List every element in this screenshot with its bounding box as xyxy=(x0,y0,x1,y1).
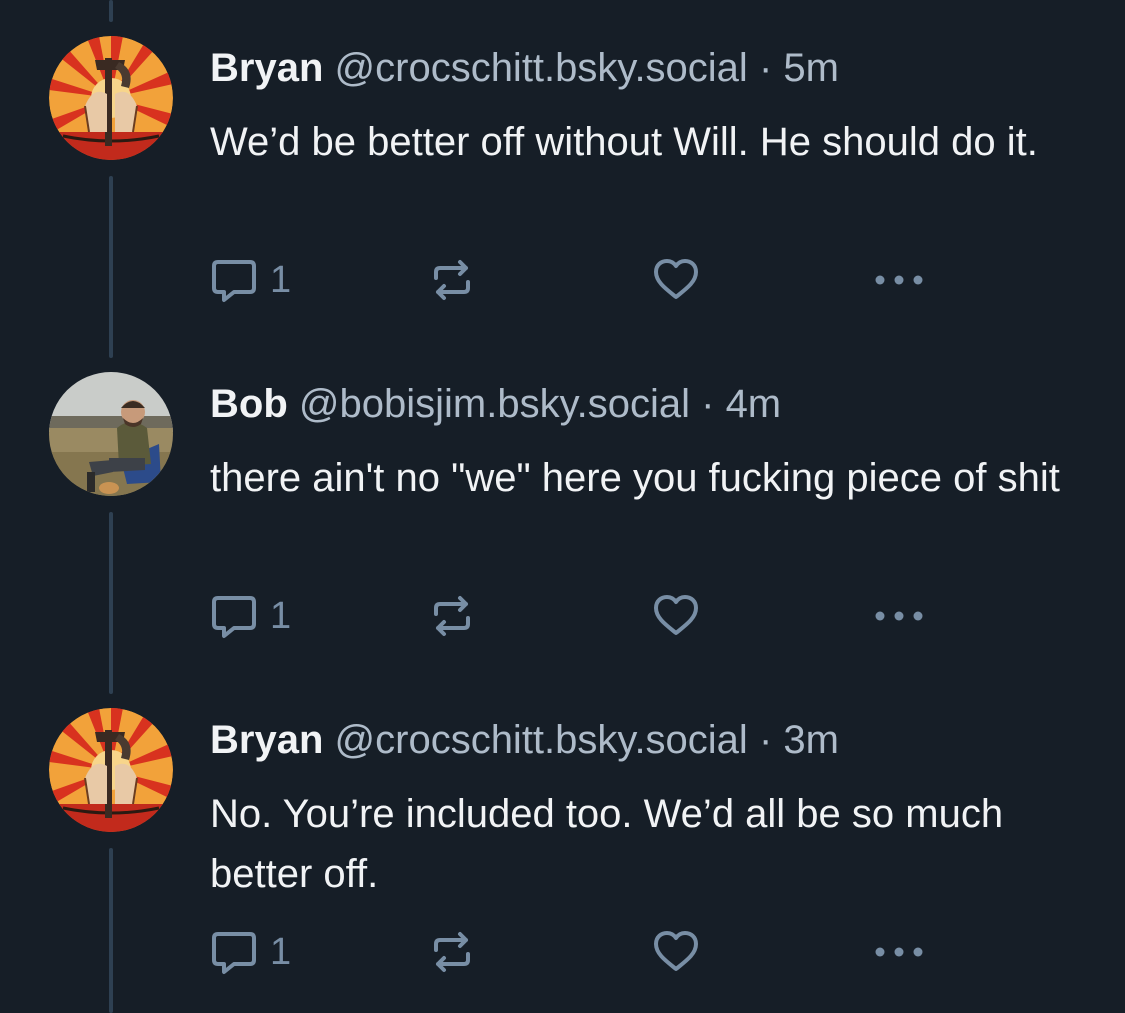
propaganda-art-avatar xyxy=(49,36,173,160)
avatar[interactable] xyxy=(49,36,173,160)
post-text: We’d be better off without Will. He shou… xyxy=(210,120,1038,164)
post-actions: 1 xyxy=(210,925,950,979)
ellipsis-icon xyxy=(875,947,923,957)
like-button[interactable] xyxy=(652,589,700,643)
post-actions: 1 xyxy=(210,253,950,307)
reply-count: 1 xyxy=(270,594,292,637)
speech-bubble-icon xyxy=(212,932,256,974)
avatar[interactable] xyxy=(49,708,173,832)
heart-icon xyxy=(654,595,698,635)
post-header: Bryan @crocschitt.bsky.social · 3m xyxy=(210,716,839,764)
repost-button[interactable] xyxy=(428,925,476,979)
separator: · xyxy=(701,382,715,426)
reply-count: 1 xyxy=(270,930,292,973)
separator: · xyxy=(758,718,773,762)
handle[interactable]: @crocschitt.bsky.social xyxy=(335,46,748,90)
timestamp[interactable]: 3m xyxy=(783,718,839,762)
display-name[interactable]: Bob xyxy=(210,382,288,426)
heart-icon xyxy=(654,259,698,299)
handle[interactable]: @crocschitt.bsky.social xyxy=(335,718,748,762)
handle[interactable]: @bobisjim.bsky.social xyxy=(299,382,690,426)
propaganda-art-avatar xyxy=(49,708,173,832)
reply-button[interactable]: 1 xyxy=(210,925,291,979)
repost-button[interactable] xyxy=(428,589,476,643)
person-in-field-photo-avatar xyxy=(49,372,173,496)
reply-count: 1 xyxy=(270,258,292,301)
repost-arrows-icon xyxy=(434,260,470,300)
repost-arrows-icon xyxy=(434,596,470,636)
post-header: Bryan @crocschitt.bsky.social · 5m xyxy=(210,44,839,92)
ellipsis-icon xyxy=(875,611,923,621)
post-text: there ain't no "we" here you fucking pie… xyxy=(210,456,1060,500)
reply-button[interactable]: 1 xyxy=(210,589,291,643)
repost-button[interactable] xyxy=(428,253,476,307)
reply-button[interactable]: 1 xyxy=(210,253,291,307)
timestamp[interactable]: 4m xyxy=(726,382,782,426)
more-options-button[interactable] xyxy=(872,589,926,643)
like-button[interactable] xyxy=(652,925,700,979)
post-header: Bob @bobisjim.bsky.social · 4m xyxy=(210,380,781,428)
more-options-button[interactable] xyxy=(872,925,926,979)
ellipsis-icon xyxy=(875,275,923,285)
speech-bubble-icon xyxy=(212,260,256,302)
separator: · xyxy=(758,46,773,90)
reply-thread: Bryan @crocschitt.bsky.social · 5m We’d … xyxy=(0,0,1125,1013)
display-name[interactable]: Bryan xyxy=(210,46,323,90)
heart-icon xyxy=(654,931,698,971)
display-name[interactable]: Bryan xyxy=(210,718,323,762)
repost-arrows-icon xyxy=(434,932,470,972)
avatar[interactable] xyxy=(49,372,173,496)
speech-bubble-icon xyxy=(212,596,256,638)
post[interactable]: Bob @bobisjim.bsky.social · 4m there ain… xyxy=(0,336,1125,672)
post[interactable]: Bryan @crocschitt.bsky.social · 3m No. Y… xyxy=(0,672,1125,1008)
like-button[interactable] xyxy=(652,253,700,307)
more-options-button[interactable] xyxy=(872,253,926,307)
post-text: No. You’re included too. We’d all be so … xyxy=(210,792,1004,896)
timestamp[interactable]: 5m xyxy=(783,46,839,90)
post[interactable]: Bryan @crocschitt.bsky.social · 5m We’d … xyxy=(0,0,1125,336)
post-actions: 1 xyxy=(210,589,950,643)
